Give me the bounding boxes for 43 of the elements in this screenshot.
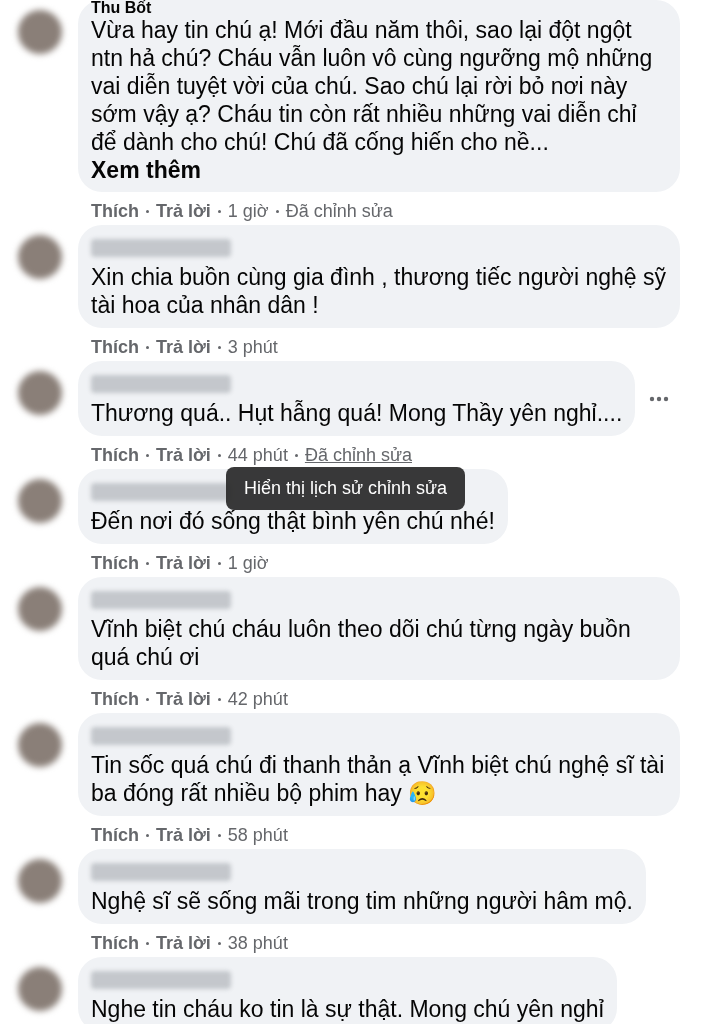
avatar-placeholder[interactable] xyxy=(18,479,62,523)
like-link[interactable]: Thích xyxy=(91,688,139,710)
comment-time[interactable]: 3 phút xyxy=(227,336,278,358)
avatar-placeholder[interactable] xyxy=(18,723,62,767)
like-link[interactable]: Thích xyxy=(91,200,139,222)
reply-link[interactable]: Trả lời xyxy=(156,200,211,222)
reply-link[interactable]: Trả lời xyxy=(156,444,211,466)
avatar-placeholder[interactable] xyxy=(18,587,62,631)
edited-link[interactable]: Đã chỉnh sửa xyxy=(285,200,393,221)
see-more-link[interactable]: Xem thêm xyxy=(91,156,201,184)
avatar-placeholder[interactable] xyxy=(18,859,62,903)
like-link[interactable]: Thích xyxy=(91,932,139,954)
like-link[interactable]: Thích xyxy=(91,444,139,466)
comment-text: Nghệ sĩ sẽ sống mãi trong tim những người hâm mộ. xyxy=(91,887,633,915)
reply-link[interactable]: Trả lời xyxy=(156,336,211,358)
avatar-placeholder[interactable] xyxy=(18,235,62,279)
comment-text: Xin chia buồn cùng gia đình , thương tiếc người nghệ sỹ tài hoa của nhân dân ! xyxy=(91,263,667,319)
comment-time[interactable]: 38 phút xyxy=(227,932,288,954)
author-name[interactable]: Thu Bốt xyxy=(91,0,667,16)
comment-time[interactable]: 58 phút xyxy=(227,824,288,846)
comment-text: Tin sốc quá chú đi thanh thản ạ Vĩnh biệt chú nghệ sĩ tài ba đóng rất nhiều bộ phim hay 😥 xyxy=(91,751,666,807)
like-link[interactable]: Thích xyxy=(91,552,139,574)
like-link[interactable]: Thích xyxy=(91,824,139,846)
edited-link[interactable]: Đã chỉnh sửa xyxy=(304,444,412,465)
reply-link[interactable]: Trả lời xyxy=(156,932,211,954)
comment-text: Đến nơi đó sống thật bình yên chú nhé! xyxy=(91,507,495,535)
like-link[interactable]: Thích xyxy=(91,336,139,358)
comment-text: Vĩnh biệt chú cháu luôn theo dõi chú từng ngày buồn quá chú ơi xyxy=(91,615,632,671)
tooltip: Hiển thị lịch sử chỉnh sửa xyxy=(225,466,466,510)
reply-link[interactable]: Trả lời xyxy=(156,552,211,574)
reply-link[interactable]: Trả lời xyxy=(156,688,211,710)
comment-time[interactable]: 1 giờ xyxy=(227,200,269,222)
more-options-icon[interactable] xyxy=(649,395,670,402)
comment-time[interactable]: 42 phút xyxy=(227,688,288,710)
comment-text: Vừa hay tin chú ạ! Mới đầu năm thôi, sao lại đột ngột ntn hả chú? Cháu vẫn luôn vô cùng ngưỡng mộ những vai diễn tuyệt vời của chú. Sao chú lại rời bỏ nơi này sớm vậy ạ? Cháu tin còn rất nhiều những vai diễn chỉ để dành cho chú! Chú đã cống hiến cho nề... xyxy=(91,16,654,156)
avatar-placeholder[interactable] xyxy=(18,10,62,54)
avatar-placeholder[interactable] xyxy=(18,371,62,415)
comment-text: Nghe tin cháu ko tin là sự thật. Mong chú yên nghỉ xyxy=(91,995,604,1023)
avatar-placeholder[interactable] xyxy=(18,967,62,1011)
reply-link[interactable]: Trả lời xyxy=(156,824,211,846)
comment-text: Thương quá.. Hụt hẫng quá! Mong Thầy yên nghỉ.... xyxy=(91,399,623,427)
comment-time[interactable]: 1 giờ xyxy=(227,552,269,574)
comment-time[interactable]: 44 phút xyxy=(227,444,288,466)
